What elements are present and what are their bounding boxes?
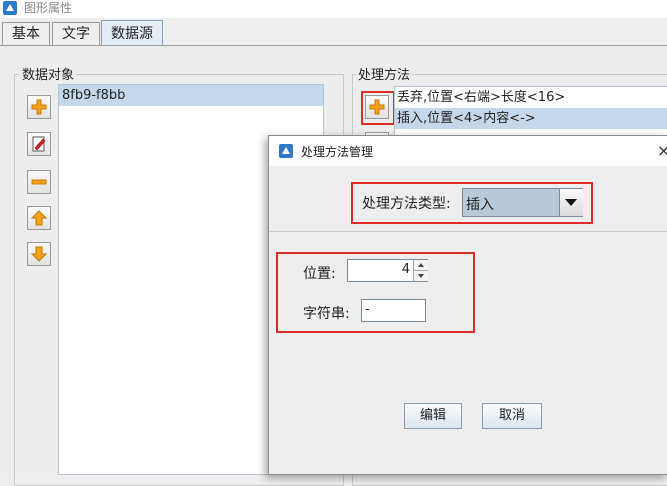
- arrow-up-icon: [30, 210, 48, 226]
- position-label: 位置:: [303, 266, 336, 282]
- string-value: -: [365, 302, 370, 317]
- position-spinner[interactable]: 4: [347, 259, 428, 282]
- dropdown-button[interactable]: [559, 189, 583, 216]
- tab-basic[interactable]: 基本: [2, 22, 50, 45]
- position-value: 4: [401, 262, 410, 277]
- chevron-up-icon: [418, 263, 424, 267]
- close-icon[interactable]: ×: [657, 141, 667, 160]
- list-item[interactable]: 丢弃,位置<右端>长度<16>: [395, 87, 667, 108]
- move-up-button[interactable]: [27, 206, 51, 230]
- list-item[interactable]: 8fb9-f8bb: [59, 85, 323, 106]
- data-objects-label: 数据对象: [20, 64, 77, 83]
- arrow-down-icon: [30, 246, 48, 262]
- cancel-button[interactable]: 取消: [482, 403, 542, 429]
- method-type-value: 插入: [466, 197, 494, 213]
- list-item-label: 8fb9-f8bb: [62, 88, 126, 103]
- edit-object-button[interactable]: [27, 132, 51, 156]
- edit-icon: [32, 136, 46, 152]
- app-icon: [3, 1, 17, 15]
- window-title: 图形属性: [24, 1, 73, 15]
- window-title-bar: 图形属性: [0, 0, 667, 18]
- string-field[interactable]: -: [361, 299, 426, 322]
- add-object-button[interactable]: [27, 95, 51, 119]
- methods-label: 处理方法: [356, 64, 413, 83]
- edit-button[interactable]: 编辑: [404, 403, 462, 429]
- list-item[interactable]: 插入,位置<4>内容<->: [395, 108, 667, 129]
- remove-object-button[interactable]: [27, 170, 51, 194]
- tab-datasource[interactable]: 数据源: [101, 20, 163, 47]
- chevron-down-icon: [418, 274, 424, 278]
- spinner-down-button[interactable]: [413, 271, 428, 281]
- chevron-down-icon: [565, 199, 577, 206]
- plus-icon: [31, 99, 47, 115]
- string-label: 字符串:: [303, 306, 350, 322]
- move-down-button[interactable]: [27, 242, 51, 266]
- list-item-label: 插入,位置<4>内容<->: [397, 111, 536, 126]
- method-type-label: 处理方法类型:: [362, 196, 451, 212]
- divider: [269, 231, 667, 232]
- spinner-up-button[interactable]: [413, 260, 428, 271]
- add-method-button[interactable]: [365, 95, 389, 119]
- dialog-title-bar: 处理方法管理 ×: [269, 136, 667, 166]
- plus-icon: [369, 99, 385, 115]
- tab-text[interactable]: 文字: [52, 22, 100, 45]
- method-manager-dialog: 处理方法管理 × 处理方法类型: 插入 位置: 4 字符串: - 编辑 取消: [268, 135, 667, 475]
- method-type-select[interactable]: 插入: [462, 188, 583, 217]
- dialog-title: 处理方法管理: [301, 145, 374, 159]
- app-icon: [279, 144, 293, 158]
- minus-icon: [31, 179, 47, 185]
- list-item-label: 丢弃,位置<右端>长度<16>: [397, 90, 566, 105]
